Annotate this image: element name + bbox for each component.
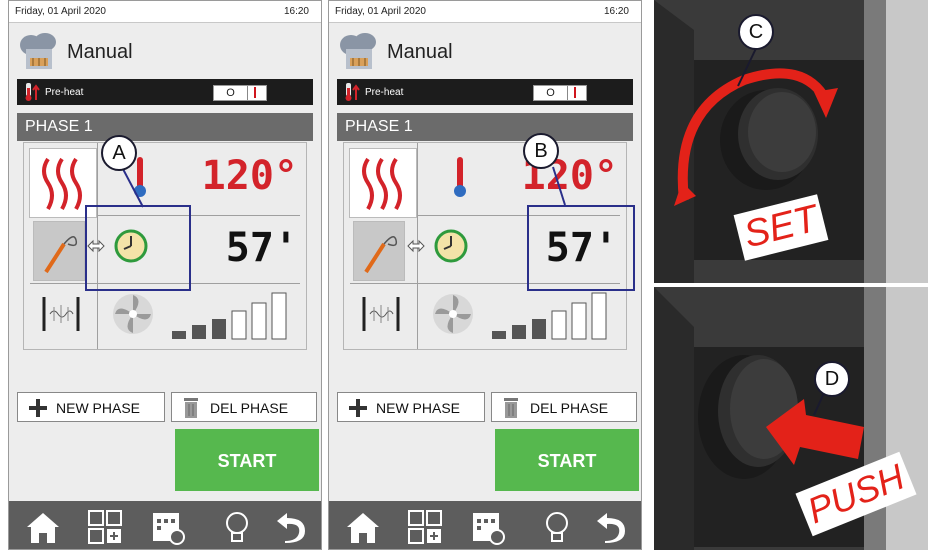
new-phase-button[interactable]: NEW PHASE <box>17 392 165 422</box>
preheat-label: Pre-heat <box>365 87 404 98</box>
duration-value[interactable]: 57' <box>226 225 298 271</box>
start-button[interactable]: START <box>495 429 639 491</box>
oven-screen-2: Friday, 01 April 2020 16:20 Manual Pre-h… <box>328 0 642 550</box>
home-icon[interactable] <box>23 509 63 545</box>
fan-speed-bars[interactable] <box>170 291 304 341</box>
knob-push-illustration: D PUSH <box>654 287 928 550</box>
highlight-frame-b <box>527 205 635 291</box>
heat-waves-icon <box>362 157 402 210</box>
thermometer-icon[interactable] <box>452 155 468 199</box>
start-button[interactable]: START <box>175 429 319 491</box>
mode-title: Manual <box>67 41 133 63</box>
fan-speed-bars[interactable] <box>490 291 624 341</box>
mode-title: Manual <box>387 41 453 63</box>
preheat-toggle[interactable]: O <box>213 85 267 101</box>
del-phase-button[interactable]: DEL PHASE <box>491 392 637 422</box>
bottom-nav <box>329 501 641 549</box>
phase-header: PHASE 1 <box>337 113 633 141</box>
bottom-nav <box>9 501 321 549</box>
knob-rotate-illustration: C SET <box>654 0 928 283</box>
oven-screen-1: Friday, 01 April 2020 16:20 Manual Pre-h… <box>8 0 322 550</box>
callout-c: C <box>738 14 774 50</box>
callout-a: A <box>101 135 137 171</box>
clock-icon[interactable] <box>434 229 468 263</box>
preheat-toggle[interactable]: O <box>533 85 587 101</box>
new-phase-button[interactable]: NEW PHASE <box>337 392 485 422</box>
toggle-off-label: O <box>214 86 248 100</box>
status-bar: Friday, 01 April 2020 16:20 <box>329 1 641 23</box>
chef-hat-icon <box>20 33 56 69</box>
calendar-icon[interactable] <box>147 509 187 545</box>
grid-add-icon[interactable] <box>405 509 445 545</box>
humidity-icon[interactable] <box>360 293 402 335</box>
del-phase-label: DEL PHASE <box>530 400 609 416</box>
callout-d: D <box>814 361 850 397</box>
thermometer-icon <box>25 83 40 101</box>
humidity-icon[interactable] <box>40 293 82 335</box>
start-label: START <box>217 451 277 471</box>
highlight-frame-a <box>85 205 191 291</box>
status-date: Friday, 01 April 2020 <box>335 6 426 17</box>
chef-hat-icon <box>340 33 376 69</box>
probe-icon <box>364 236 398 274</box>
temperature-value[interactable]: 120° <box>202 153 298 199</box>
new-phase-label: NEW PHASE <box>376 400 461 416</box>
push-arrow-icon <box>766 392 864 465</box>
home-icon[interactable] <box>343 509 383 545</box>
del-phase-label: DEL PHASE <box>210 400 289 416</box>
fan-icon[interactable] <box>110 291 156 337</box>
back-icon[interactable] <box>273 509 313 545</box>
status-date: Friday, 01 April 2020 <box>15 6 106 17</box>
grid-add-icon[interactable] <box>85 509 125 545</box>
cook-mode-button[interactable] <box>349 148 417 218</box>
plus-icon <box>349 399 367 417</box>
trash-icon <box>184 398 198 418</box>
probe-button[interactable] <box>353 221 405 281</box>
status-bar: Friday, 01 April 2020 16:20 <box>9 1 321 23</box>
status-time: 16:20 <box>283 6 309 17</box>
new-phase-label: NEW PHASE <box>56 400 141 416</box>
calendar-icon[interactable] <box>467 509 507 545</box>
fan-icon[interactable] <box>430 291 476 337</box>
toggle-off-label: O <box>534 86 568 100</box>
phase-label: PHASE 1 <box>345 118 413 135</box>
preheat-label: Pre-heat <box>45 87 84 98</box>
status-time: 16:20 <box>603 6 629 17</box>
toggle-on-mark <box>254 87 256 98</box>
bulb-icon[interactable] <box>537 509 577 545</box>
del-phase-button[interactable]: DEL PHASE <box>171 392 317 422</box>
start-label: START <box>537 451 597 471</box>
preheat-bar: Pre-heat O <box>17 79 313 105</box>
probe-icon <box>44 236 78 274</box>
thermometer-icon <box>345 83 360 101</box>
swap-arrow-icon <box>407 239 425 253</box>
back-icon[interactable] <box>593 509 633 545</box>
preheat-bar: Pre-heat O <box>337 79 633 105</box>
trash-icon <box>504 398 518 418</box>
phase-label: PHASE 1 <box>25 118 93 135</box>
callout-b: B <box>523 133 559 169</box>
plus-icon <box>29 399 47 417</box>
toggle-on-mark <box>574 87 576 98</box>
bulb-icon[interactable] <box>217 509 257 545</box>
phase-header: PHASE 1 <box>17 113 313 141</box>
probe-button[interactable] <box>33 221 85 281</box>
